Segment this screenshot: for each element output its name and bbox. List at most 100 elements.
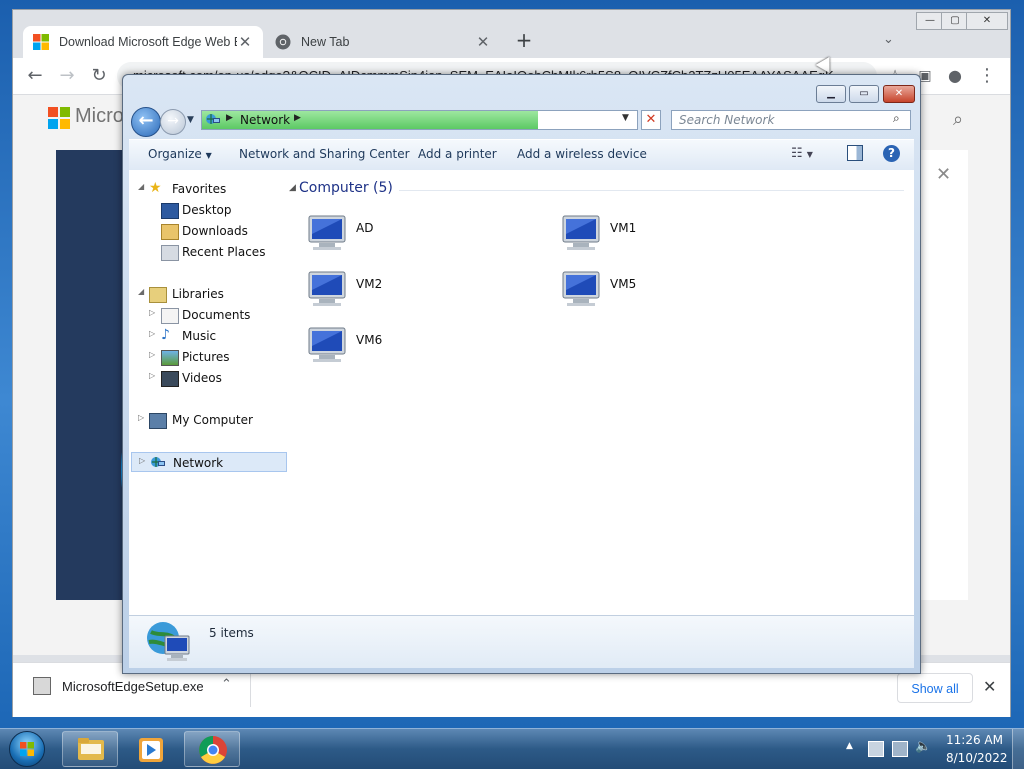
back-arrow-icon[interactable]: ← bbox=[23, 64, 47, 88]
nav-item-network[interactable]: ▷ Network bbox=[131, 452, 287, 472]
breadcrumb-arrow-icon[interactable]: ▶ bbox=[294, 113, 301, 123]
nav-item-downloads[interactable]: Downloads bbox=[129, 221, 289, 241]
nav-label: Favorites bbox=[172, 182, 227, 196]
change-view-icon[interactable]: ☷ ▼ bbox=[791, 146, 813, 161]
close-icon[interactable]: ✕ bbox=[983, 677, 996, 696]
collapse-group-icon[interactable]: ◢ bbox=[289, 183, 296, 193]
stop-icon[interactable]: ✕ bbox=[641, 110, 661, 130]
collapse-icon[interactable]: ◢ bbox=[138, 182, 144, 191]
computer-item[interactable]: VM2 bbox=[303, 266, 543, 314]
recent-pages-chevron-icon[interactable]: ▼ bbox=[187, 115, 194, 125]
forward-arrow-icon[interactable]: → bbox=[160, 109, 186, 135]
nav-item-my-computer[interactable]: ▷ My Computer bbox=[129, 410, 289, 430]
collapse-icon[interactable]: ◢ bbox=[138, 287, 144, 296]
computer-item[interactable]: AD bbox=[303, 210, 543, 258]
minimize-button[interactable]: ▁ bbox=[816, 85, 846, 103]
expand-icon[interactable]: ▷ bbox=[139, 456, 145, 465]
reload-icon[interactable]: ↻ bbox=[87, 64, 111, 88]
pictures-icon bbox=[161, 350, 179, 366]
download-item[interactable]: MicrosoftEdgeSetup.exe bbox=[62, 679, 204, 694]
libraries-icon bbox=[149, 287, 167, 303]
nav-label: My Computer bbox=[172, 413, 253, 427]
nav-item-recent-places[interactable]: Recent Places bbox=[129, 242, 289, 262]
nav-label: Recent Places bbox=[182, 245, 266, 259]
command-bar: Organize ▼ Network and Sharing Center Ad… bbox=[129, 139, 914, 171]
nav-item-libraries[interactable]: ◢ Libraries bbox=[129, 284, 289, 304]
chevron-up-icon[interactable]: ⌃ bbox=[221, 677, 232, 692]
tab-search-chevron-icon[interactable]: ⌄ bbox=[883, 32, 894, 47]
volume-icon[interactable]: 🔈 bbox=[915, 739, 931, 754]
nav-item-pictures[interactable]: ▷ Pictures bbox=[129, 347, 289, 367]
close-tab-icon[interactable]: ✕ bbox=[237, 33, 253, 51]
search-icon[interactable]: ⌕ bbox=[893, 111, 900, 126]
new-tab-button[interactable]: + bbox=[513, 30, 535, 52]
network-icon bbox=[206, 114, 220, 124]
close-tab-icon[interactable]: ✕ bbox=[475, 33, 491, 51]
nav-item-videos[interactable]: ▷ Videos bbox=[129, 368, 289, 388]
expand-icon[interactable]: ▷ bbox=[149, 329, 155, 338]
nav-label: Videos bbox=[182, 371, 222, 385]
computer-item[interactable]: VM5 bbox=[557, 266, 797, 314]
desktop-icon bbox=[161, 203, 179, 219]
add-wireless-device-button[interactable]: Add a wireless device bbox=[517, 147, 647, 161]
show-hidden-icons-icon[interactable]: ▲ bbox=[846, 741, 853, 751]
search-input[interactable]: Search Network bbox=[671, 110, 911, 130]
computer-item[interactable]: VM1 bbox=[557, 210, 797, 258]
close-button[interactable]: ✕ bbox=[966, 12, 1008, 30]
maximize-button[interactable]: ▭ bbox=[849, 85, 879, 103]
clock-date[interactable]: 8/10/2022 bbox=[946, 751, 1008, 765]
search-icon[interactable]: ⌕ bbox=[953, 109, 963, 130]
nav-item-documents[interactable]: ▷ Documents bbox=[129, 305, 289, 325]
profile-avatar-icon[interactable]: ● bbox=[943, 64, 967, 88]
network-sharing-center-button[interactable]: Network and Sharing Center bbox=[239, 147, 410, 161]
start-button[interactable] bbox=[9, 731, 45, 767]
minimize-button[interactable]: — bbox=[916, 12, 944, 30]
nav-item-favorites[interactable]: ◢ ★ Favorites bbox=[129, 179, 289, 199]
maximize-button[interactable]: ▢ bbox=[941, 12, 969, 30]
taskbar-media-player-button[interactable] bbox=[122, 731, 178, 767]
action-center-icon[interactable] bbox=[868, 741, 884, 757]
microsoft-logo-icon bbox=[48, 107, 70, 129]
expand-icon[interactable]: ▷ bbox=[149, 350, 155, 359]
close-icon[interactable]: ✕ bbox=[936, 164, 951, 185]
menu-dots-icon[interactable]: ⋮ bbox=[975, 64, 999, 88]
help-icon[interactable]: ? bbox=[883, 145, 900, 162]
close-button[interactable]: ✕ bbox=[883, 85, 915, 103]
tab-edge-download[interactable]: Download Microsoft Edge Web B ✕ bbox=[23, 26, 263, 58]
expand-icon[interactable]: ▷ bbox=[149, 371, 155, 380]
breadcrumb-network[interactable]: Network bbox=[240, 113, 290, 127]
address-bar[interactable]: ▶ Network ▶ ▼ bbox=[201, 110, 638, 130]
forward-arrow-icon[interactable]: → bbox=[55, 64, 79, 88]
taskbar-chrome-button[interactable] bbox=[184, 731, 240, 767]
nav-item-desktop[interactable]: Desktop bbox=[129, 200, 289, 220]
nav-item-music[interactable]: ▷ ♪ Music bbox=[129, 326, 289, 346]
breadcrumb-arrow-icon[interactable]: ▶ bbox=[226, 113, 233, 123]
chevron-down-icon[interactable]: ▼ bbox=[622, 113, 629, 123]
show-desktop-button[interactable] bbox=[1012, 729, 1024, 769]
computer-monitor-icon bbox=[562, 215, 600, 250]
computer-monitor-icon bbox=[308, 215, 346, 250]
show-all-button[interactable]: Show all bbox=[897, 673, 973, 703]
clock-time[interactable]: 11:26 AM bbox=[946, 733, 1003, 747]
star-icon: ★ bbox=[149, 180, 162, 196]
group-header[interactable]: Computer (5) bbox=[299, 180, 393, 196]
preview-pane-icon[interactable] bbox=[847, 145, 863, 161]
network-tray-icon[interactable] bbox=[892, 741, 908, 757]
taskbar: ▲ 🔈 11:26 AM 8/10/2022 bbox=[0, 728, 1024, 769]
taskbar-explorer-button[interactable] bbox=[62, 731, 118, 767]
site-brand: Micro bbox=[75, 105, 124, 127]
explorer-window: ▁ ▭ ✕ ← → ▼ ▶ Network ▶ ▼ ✕ Search Netwo… bbox=[122, 74, 921, 674]
add-printer-button[interactable]: Add a printer bbox=[418, 147, 497, 161]
expand-icon[interactable]: ▷ bbox=[149, 308, 155, 317]
computer-name: VM1 bbox=[610, 221, 637, 235]
computer-icon bbox=[149, 413, 167, 429]
expand-icon[interactable]: ▷ bbox=[138, 413, 144, 422]
downloads-folder-icon bbox=[161, 224, 179, 240]
details-pane: 5 items bbox=[129, 615, 914, 668]
tab-new-tab[interactable]: New Tab ✕ bbox=[265, 26, 501, 58]
organize-button[interactable]: Organize ▼ bbox=[148, 147, 212, 161]
back-arrow-icon[interactable]: ← bbox=[131, 107, 161, 137]
computer-item[interactable]: VM6 bbox=[303, 322, 543, 370]
computer-monitor-icon bbox=[308, 327, 346, 362]
nav-label: Documents bbox=[182, 308, 251, 322]
